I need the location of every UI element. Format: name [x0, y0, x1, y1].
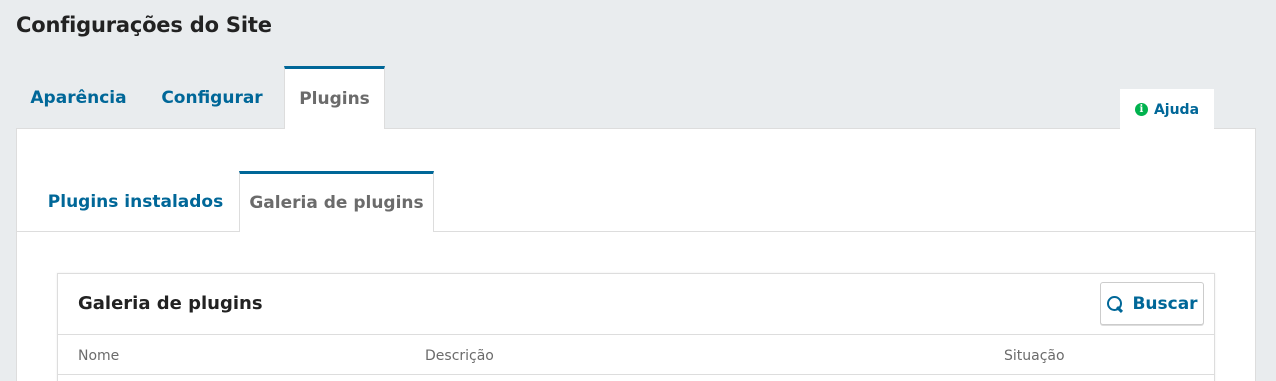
tab-plugins[interactable]: Plugins	[284, 66, 385, 129]
tab-configure[interactable]: Configurar	[146, 66, 278, 129]
main-panel: Plugins instalados Galeria de plugins Ga…	[16, 128, 1256, 381]
plugin-gallery-card: Galeria de plugins Buscar Nome Descrição…	[57, 273, 1215, 381]
card-divider	[58, 334, 1214, 335]
info-icon: i	[1134, 103, 1148, 116]
header-divider	[58, 374, 1214, 375]
column-header-description: Descrição	[425, 348, 494, 364]
page-title: Configurações do Site	[16, 13, 272, 37]
help-label: Ajuda	[1153, 101, 1200, 118]
gallery-title: Galeria de plugins	[78, 293, 263, 314]
search-label: Buscar	[1132, 293, 1198, 314]
search-button[interactable]: Buscar	[1100, 282, 1204, 325]
tab-plugin-gallery[interactable]: Galeria de plugins	[239, 171, 434, 232]
column-header-status: Situação	[1004, 348, 1065, 364]
help-button[interactable]: i Ajuda	[1120, 89, 1214, 129]
tab-appearance[interactable]: Aparência	[16, 66, 141, 129]
tab-installed-plugins[interactable]: Plugins instalados	[37, 171, 234, 232]
column-header-name: Nome	[78, 348, 120, 364]
search-icon	[1106, 295, 1124, 313]
